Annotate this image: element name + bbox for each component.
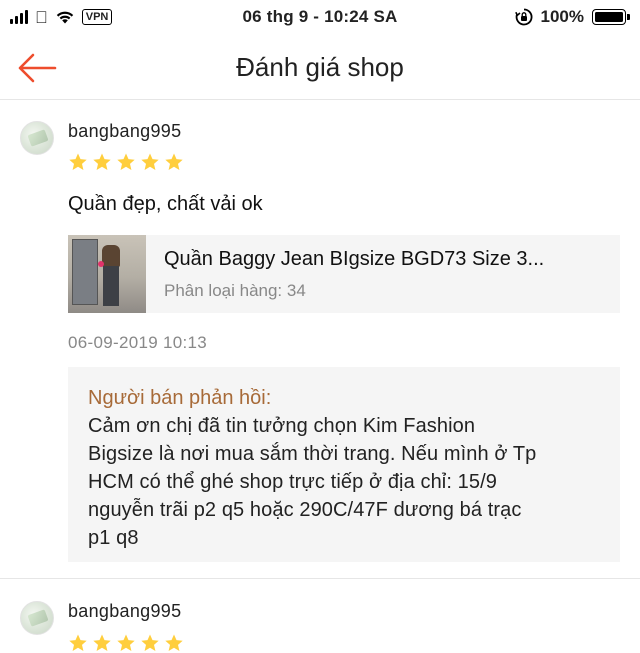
- product-name: Quần Baggy Jean BIgsize BGD73 Size 3...: [164, 247, 545, 270]
- seller-reply-line: Cảm ơn chị đã tin tưởng chọn Kim Fashion: [88, 415, 476, 437]
- seller-reply-title: Người bán phản hồi:: [88, 387, 272, 409]
- status-right: 100%: [514, 7, 630, 27]
- product-card[interactable]: Quần Baggy Jean BIgsize BGD73 Size 3... …: [68, 235, 620, 313]
- star-icon: [93, 634, 111, 651]
- star-icon: [141, 153, 159, 170]
- review-username: bangbang995: [68, 121, 182, 141]
- star-icon: [69, 634, 87, 651]
- page-title: Đánh giá shop: [236, 52, 404, 82]
- star-icon: [141, 634, 159, 651]
- vpn-badge: VPN: [81, 9, 113, 25]
- star-icon: [93, 153, 111, 170]
- battery-percent: 100%: [540, 7, 584, 26]
- seller-reply-line: nguyễn trãi p2 q5 hoặc 290C/47F dương bá…: [88, 499, 522, 521]
- back-button[interactable]: [14, 48, 60, 88]
- product-thumbnail: [68, 235, 146, 313]
- star-icon: [69, 153, 87, 170]
- rating-stars: [68, 152, 184, 172]
- apple-icon: : [35, 9, 48, 26]
- seller-reply-line: Bigsize là nơi mua sắm thời trang. Nếu m…: [88, 443, 537, 465]
- review-card: bangbang995 Quần đẹp, chất vải ok Quần B…: [0, 101, 640, 579]
- seller-reply-line: HCM có thể ghé shop trực tiếp ở địa chỉ:…: [88, 471, 497, 493]
- back-arrow-icon: [18, 53, 57, 83]
- seller-reply-line: p1 q8: [88, 527, 139, 549]
- star-icon: [117, 153, 135, 170]
- status-left:  VPN: [10, 9, 113, 26]
- review-username: bangbang995: [68, 601, 182, 621]
- review-card: bangbang995: [0, 584, 640, 651]
- status-bar:  VPN 06 thg 9 - 10:24 SA 100%: [0, 0, 640, 34]
- star-icon: [117, 634, 135, 651]
- review-date: 06-09-2019 10:13: [68, 333, 208, 352]
- star-icon: [165, 153, 183, 170]
- seller-reply-text: Cảm ơn chị đã tin tưởng chọn Kim Fashion…: [88, 412, 600, 552]
- wifi-icon: [56, 11, 73, 24]
- battery-icon: [592, 9, 630, 25]
- rating-stars: [68, 633, 184, 653]
- nav-header: Đánh giá shop: [0, 34, 640, 100]
- product-variant: Phân loại hàng: 34: [164, 280, 306, 300]
- review-comment: Quần đẹp, chất vải ok: [68, 193, 263, 215]
- product-info: Quần Baggy Jean BIgsize BGD73 Size 3... …: [146, 248, 620, 301]
- rotation-lock-icon: [514, 8, 532, 26]
- seller-reply: Người bán phản hồi: Cảm ơn chị đã tin tư…: [68, 367, 620, 562]
- signal-icon: [10, 10, 28, 24]
- avatar[interactable]: [20, 601, 54, 635]
- avatar[interactable]: [20, 121, 54, 155]
- star-icon: [165, 634, 183, 651]
